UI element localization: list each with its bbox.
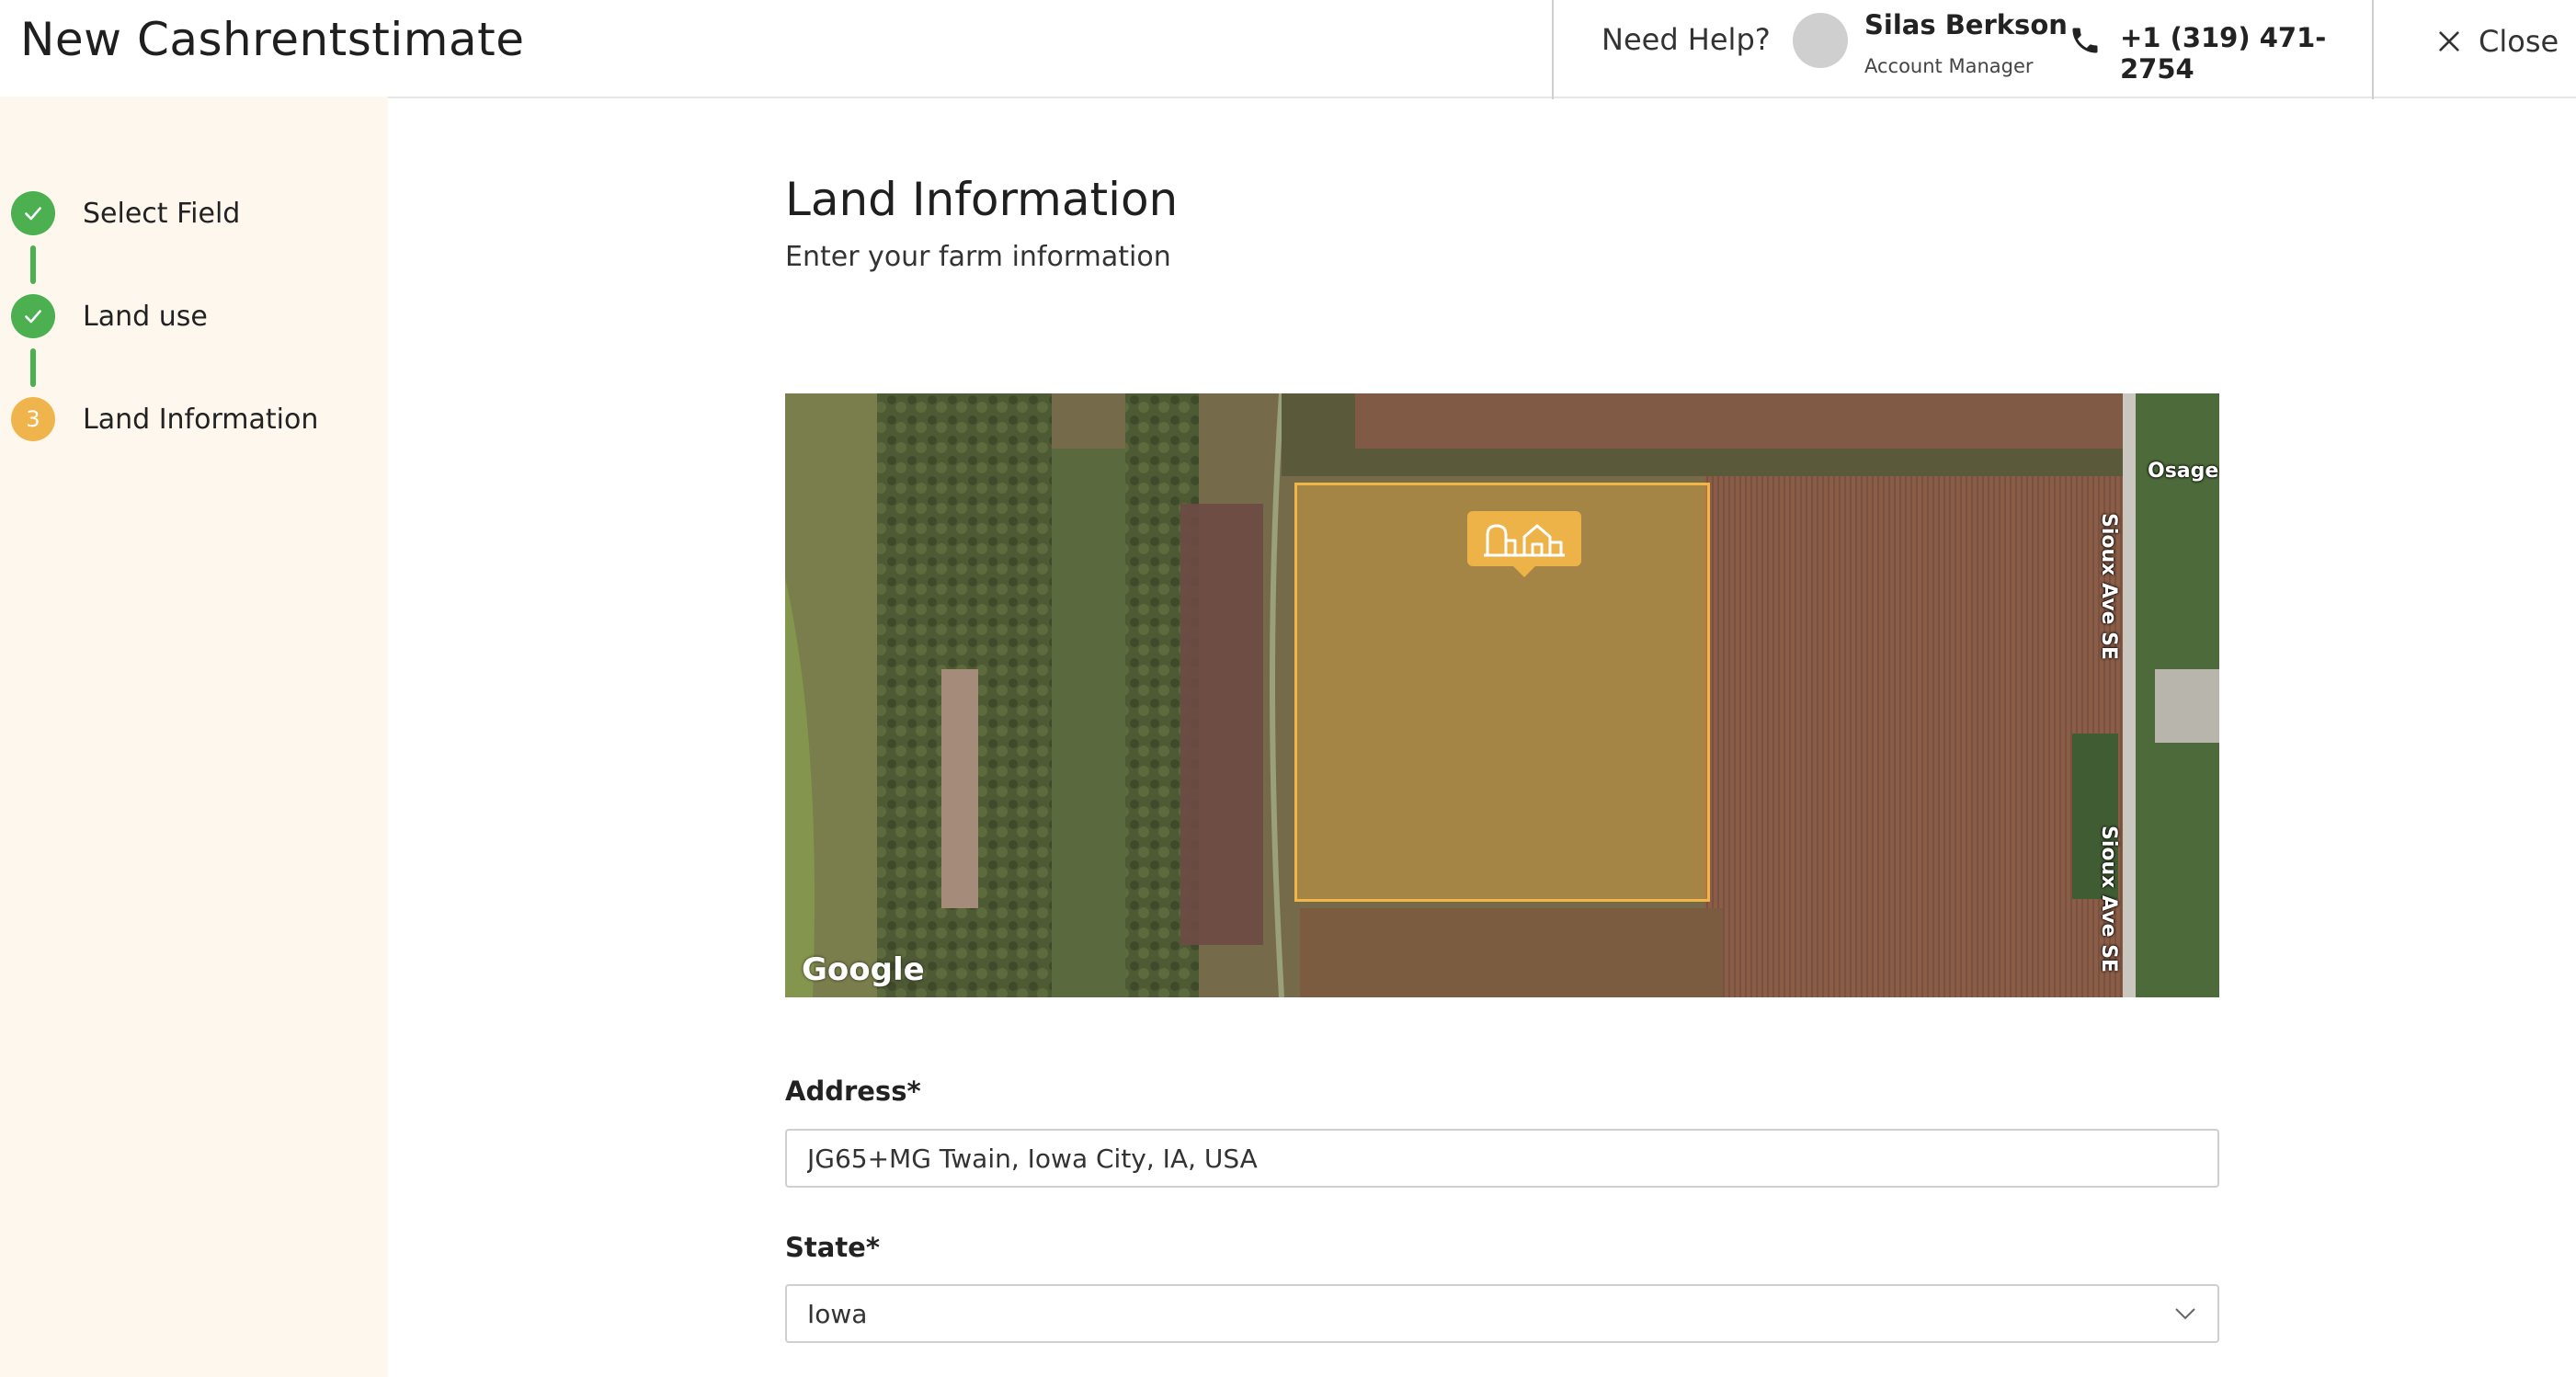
page-title: Land Information <box>785 173 1179 226</box>
step-label: Select Field <box>83 197 241 230</box>
address-label-text: Address <box>785 1075 907 1107</box>
state-label: State* <box>785 1232 880 1263</box>
address-input[interactable] <box>785 1129 2219 1188</box>
step-label: Land Information <box>83 403 319 436</box>
state-label-text: State <box>785 1232 866 1263</box>
farm-buildings-icon[interactable] <box>1467 511 1581 577</box>
step-connector <box>30 348 36 387</box>
step-select-field[interactable]: Select Field <box>11 191 240 235</box>
step-connector <box>30 245 36 284</box>
state-select[interactable]: Iowa <box>785 1284 2219 1343</box>
need-help-label: Need Help? <box>1601 22 1771 57</box>
stepper-sidebar: Select Field Land use 3 Land Information <box>0 97 388 1377</box>
phone-number-link[interactable]: +1 (319) 471-2754 <box>2120 22 2372 85</box>
page-subtitle: Enter your farm information <box>785 241 1171 273</box>
close-label: Close <box>2479 24 2559 59</box>
close-button[interactable]: Close <box>2436 18 2559 64</box>
top-header: New Cashrentstimate Need Help? Silas Ber… <box>0 0 2576 99</box>
road-label: Sioux Ave SE <box>2097 513 2120 661</box>
road-label: Osage S <box>2148 460 2219 483</box>
close-icon <box>2439 31 2459 51</box>
road-label: Sioux Ave SE <box>2097 825 2120 973</box>
account-manager-role: Account Manager <box>1864 55 2034 77</box>
address-label: Address* <box>785 1075 921 1107</box>
satellite-map[interactable]: Osage S Sioux Ave SE Sioux Ave SE Google <box>785 393 2219 997</box>
step-land-information[interactable]: 3 Land Information <box>11 397 318 441</box>
avatar <box>1793 13 1848 68</box>
check-icon <box>11 294 55 338</box>
required-mark: * <box>906 1075 921 1107</box>
step-label: Land use <box>83 300 208 333</box>
chevron-down-icon <box>2175 1308 2195 1320</box>
account-manager-name: Silas Berkson <box>1864 9 2068 40</box>
google-attribution-logo: Google <box>802 951 925 988</box>
step-land-use[interactable]: Land use <box>11 294 208 338</box>
help-panel: Need Help? Silas Berkson Account Manager… <box>1552 0 2374 99</box>
phone-icon <box>2072 28 2098 53</box>
step-number-badge: 3 <box>11 397 55 441</box>
required-mark: * <box>865 1232 881 1263</box>
check-icon <box>11 191 55 235</box>
state-selected-value: Iowa <box>807 1298 868 1329</box>
app-title: New Cashrentstimate <box>20 13 525 66</box>
